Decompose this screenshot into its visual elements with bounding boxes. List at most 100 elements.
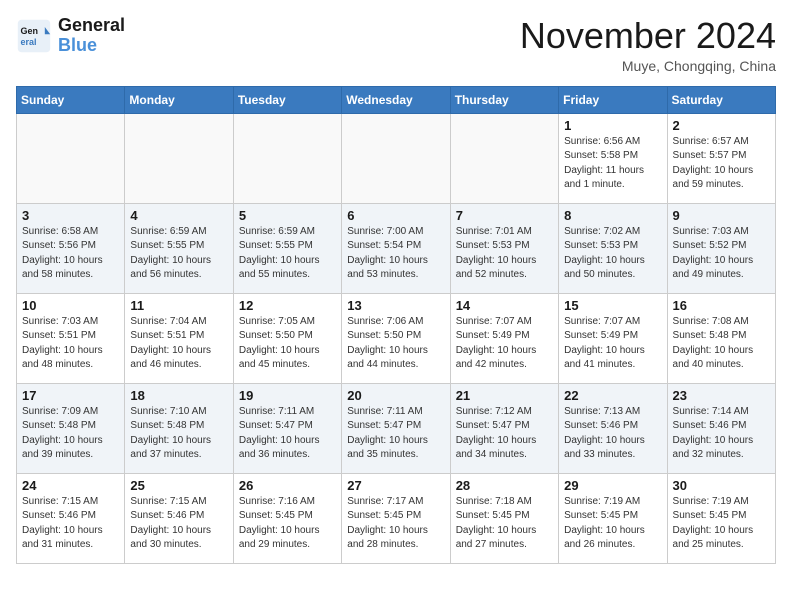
day-info: Sunrise: 7:02 AM Sunset: 5:53 PM Dayligh… <box>564 225 661 283</box>
page-header: Gen eral GeneralBlue November 2024 Muye,… <box>16 16 776 74</box>
calendar-cell: 2 Sunrise: 6:57 AM Sunset: 5:57 PM Daylig… <box>667 113 775 203</box>
day-info: Sunrise: 7:11 AM Sunset: 5:47 PM Dayligh… <box>239 405 336 463</box>
calendar-cell: 23 Sunrise: 7:14 AM Sunset: 5:46 PM Dayli… <box>667 383 775 473</box>
calendar-cell: 30 Sunrise: 7:19 AM Sunset: 5:45 PM Dayli… <box>667 473 775 563</box>
title-block: November 2024 Muye, Chongqing, China <box>520 16 776 74</box>
calendar-week-row: 24 Sunrise: 7:15 AM Sunset: 5:46 PM Dayli… <box>17 473 776 563</box>
day-number: 3 <box>22 208 119 223</box>
day-number: 11 <box>130 298 227 313</box>
weekday-header-monday: Monday <box>125 86 233 113</box>
day-info: Sunrise: 7:17 AM Sunset: 5:45 PM Dayligh… <box>347 495 444 553</box>
day-info: Sunrise: 7:05 AM Sunset: 5:50 PM Dayligh… <box>239 315 336 373</box>
day-info: Sunrise: 7:06 AM Sunset: 5:50 PM Dayligh… <box>347 315 444 373</box>
calendar-week-row: 1Sunrise: 6:56 AM Sunset: 5:58 PM Daylig… <box>17 113 776 203</box>
day-number: 29 <box>564 478 661 493</box>
day-number: 25 <box>130 478 227 493</box>
calendar-cell: 18 Sunrise: 7:10 AM Sunset: 5:48 PM Dayli… <box>125 383 233 473</box>
day-number: 20 <box>347 388 444 403</box>
day-number: 28 <box>456 478 553 493</box>
calendar-cell: 15Sunrise: 7:07 AM Sunset: 5:49 PM Dayli… <box>559 293 667 383</box>
calendar-cell: 5 Sunrise: 6:59 AM Sunset: 5:55 PM Daylig… <box>233 203 341 293</box>
day-number: 10 <box>22 298 119 313</box>
day-info: Sunrise: 7:12 AM Sunset: 5:47 PM Dayligh… <box>456 405 553 463</box>
weekday-header-sunday: Sunday <box>17 86 125 113</box>
day-info: Sunrise: 7:07 AM Sunset: 5:49 PM Dayligh… <box>456 315 553 373</box>
day-number: 27 <box>347 478 444 493</box>
calendar-cell: 24Sunrise: 7:15 AM Sunset: 5:46 PM Dayli… <box>17 473 125 563</box>
calendar-cell <box>450 113 558 203</box>
calendar-cell: 26 Sunrise: 7:16 AM Sunset: 5:45 PM Dayli… <box>233 473 341 563</box>
month-title: November 2024 <box>520 16 776 56</box>
day-number: 17 <box>22 388 119 403</box>
day-info: Sunrise: 6:58 AM Sunset: 5:56 PM Dayligh… <box>22 225 119 283</box>
weekday-header-friday: Friday <box>559 86 667 113</box>
day-info: Sunrise: 7:15 AM Sunset: 5:46 PM Dayligh… <box>130 495 227 553</box>
day-number: 5 <box>239 208 336 223</box>
day-info: Sunrise: 7:19 AM Sunset: 5:45 PM Dayligh… <box>564 495 661 553</box>
calendar-table: SundayMondayTuesdayWednesdayThursdayFrid… <box>16 86 776 564</box>
calendar-cell: 8 Sunrise: 7:02 AM Sunset: 5:53 PM Daylig… <box>559 203 667 293</box>
calendar-cell: 13 Sunrise: 7:06 AM Sunset: 5:50 PM Dayli… <box>342 293 450 383</box>
logo-icon: Gen eral <box>16 18 52 54</box>
calendar-cell: 6 Sunrise: 7:00 AM Sunset: 5:54 PM Daylig… <box>342 203 450 293</box>
calendar-cell <box>342 113 450 203</box>
calendar-cell: 29 Sunrise: 7:19 AM Sunset: 5:45 PM Dayli… <box>559 473 667 563</box>
day-info: Sunrise: 7:04 AM Sunset: 5:51 PM Dayligh… <box>130 315 227 373</box>
calendar-cell <box>17 113 125 203</box>
day-info: Sunrise: 7:13 AM Sunset: 5:46 PM Dayligh… <box>564 405 661 463</box>
day-info: Sunrise: 6:59 AM Sunset: 5:55 PM Dayligh… <box>239 225 336 283</box>
day-number: 12 <box>239 298 336 313</box>
day-number: 15 <box>564 298 661 313</box>
calendar-cell: 27 Sunrise: 7:17 AM Sunset: 5:45 PM Dayli… <box>342 473 450 563</box>
calendar-cell: 21 Sunrise: 7:12 AM Sunset: 5:47 PM Dayli… <box>450 383 558 473</box>
calendar-cell: 22 Sunrise: 7:13 AM Sunset: 5:46 PM Dayli… <box>559 383 667 473</box>
day-info: Sunrise: 6:57 AM Sunset: 5:57 PM Dayligh… <box>673 135 770 193</box>
day-number: 26 <box>239 478 336 493</box>
weekday-header-saturday: Saturday <box>667 86 775 113</box>
day-number: 24 <box>22 478 119 493</box>
day-number: 7 <box>456 208 553 223</box>
day-number: 4 <box>130 208 227 223</box>
day-number: 8 <box>564 208 661 223</box>
day-info: Sunrise: 7:19 AM Sunset: 5:45 PM Dayligh… <box>673 495 770 553</box>
day-number: 18 <box>130 388 227 403</box>
day-info: Sunrise: 7:03 AM Sunset: 5:52 PM Dayligh… <box>673 225 770 283</box>
day-info: Sunrise: 7:09 AM Sunset: 5:48 PM Dayligh… <box>22 405 119 463</box>
day-info: Sunrise: 7:10 AM Sunset: 5:48 PM Dayligh… <box>130 405 227 463</box>
calendar-cell: 12 Sunrise: 7:05 AM Sunset: 5:50 PM Dayli… <box>233 293 341 383</box>
day-number: 23 <box>673 388 770 403</box>
calendar-cell <box>125 113 233 203</box>
calendar-cell: 14 Sunrise: 7:07 AM Sunset: 5:49 PM Dayli… <box>450 293 558 383</box>
day-number: 22 <box>564 388 661 403</box>
calendar-header-row: SundayMondayTuesdayWednesdayThursdayFrid… <box>17 86 776 113</box>
calendar-cell: 20Sunrise: 7:11 AM Sunset: 5:47 PM Dayli… <box>342 383 450 473</box>
day-number: 19 <box>239 388 336 403</box>
day-number: 14 <box>456 298 553 313</box>
weekday-header-thursday: Thursday <box>450 86 558 113</box>
weekday-header-wednesday: Wednesday <box>342 86 450 113</box>
calendar-week-row: 3 Sunrise: 6:58 AM Sunset: 5:56 PM Daylig… <box>17 203 776 293</box>
day-number: 6 <box>347 208 444 223</box>
day-info: Sunrise: 7:03 AM Sunset: 5:51 PM Dayligh… <box>22 315 119 373</box>
calendar-week-row: 17 Sunrise: 7:09 AM Sunset: 5:48 PM Dayli… <box>17 383 776 473</box>
day-number: 30 <box>673 478 770 493</box>
day-info: Sunrise: 7:08 AM Sunset: 5:48 PM Dayligh… <box>673 315 770 373</box>
location-subtitle: Muye, Chongqing, China <box>520 58 776 74</box>
calendar-cell: 7Sunrise: 7:01 AM Sunset: 5:53 PM Daylig… <box>450 203 558 293</box>
calendar-cell: 11 Sunrise: 7:04 AM Sunset: 5:51 PM Dayli… <box>125 293 233 383</box>
day-number: 13 <box>347 298 444 313</box>
calendar-cell <box>233 113 341 203</box>
calendar-cell: 17 Sunrise: 7:09 AM Sunset: 5:48 PM Dayli… <box>17 383 125 473</box>
day-info: Sunrise: 6:59 AM Sunset: 5:55 PM Dayligh… <box>130 225 227 283</box>
calendar-cell: 19 Sunrise: 7:11 AM Sunset: 5:47 PM Dayli… <box>233 383 341 473</box>
calendar-cell: 4 Sunrise: 6:59 AM Sunset: 5:55 PM Daylig… <box>125 203 233 293</box>
day-info: Sunrise: 7:16 AM Sunset: 5:45 PM Dayligh… <box>239 495 336 553</box>
day-info: Sunrise: 7:14 AM Sunset: 5:46 PM Dayligh… <box>673 405 770 463</box>
day-number: 16 <box>673 298 770 313</box>
day-number: 21 <box>456 388 553 403</box>
calendar-cell: 16 Sunrise: 7:08 AM Sunset: 5:48 PM Dayli… <box>667 293 775 383</box>
day-number: 2 <box>673 118 770 133</box>
calendar-cell: 25 Sunrise: 7:15 AM Sunset: 5:46 PM Dayli… <box>125 473 233 563</box>
day-info: Sunrise: 7:00 AM Sunset: 5:54 PM Dayligh… <box>347 225 444 283</box>
logo-text: GeneralBlue <box>58 16 125 56</box>
